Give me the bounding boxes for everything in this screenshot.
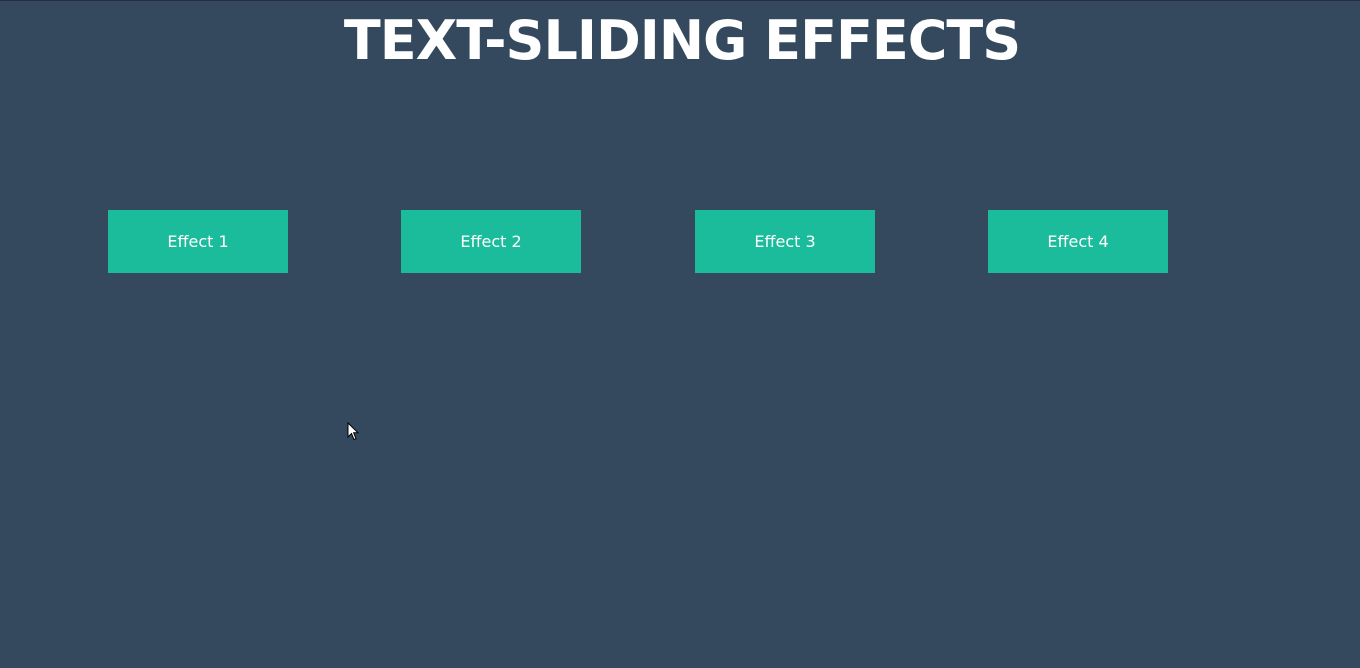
effects-row: Effect 1 Effect 2 Effect 3 Effect 4	[0, 210, 1360, 273]
effect-4-button[interactable]: Effect 4	[988, 210, 1168, 273]
effect-3-label: Effect 3	[754, 232, 816, 251]
effect-1-button[interactable]: Effect 1	[108, 210, 288, 273]
effect-2-label: Effect 2	[460, 232, 522, 251]
page-background: TEXT-SLIDING EFFECTS Effect 1 Effect 2 E…	[0, 0, 1360, 668]
effect-3-button[interactable]: Effect 3	[695, 210, 875, 273]
effect-1-label: Effect 1	[167, 232, 229, 251]
arrow-pointer-icon	[347, 422, 359, 441]
effect-4-label: Effect 4	[1047, 232, 1109, 251]
effect-2-button[interactable]: Effect 2	[401, 210, 581, 273]
page-title: TEXT-SLIDING EFFECTS	[343, 9, 1021, 72]
